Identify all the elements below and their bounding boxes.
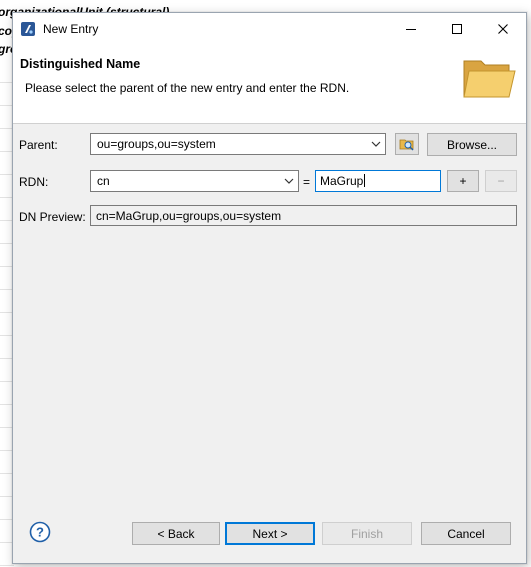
text-caret bbox=[364, 174, 366, 187]
wizard-header: Distinguished Name Please select the par… bbox=[13, 45, 526, 124]
add-rdn-button[interactable]: + bbox=[447, 170, 479, 192]
folder-search-icon bbox=[399, 139, 414, 151]
new-entry-dialog: New Entry Distinguished Name Please sele… bbox=[12, 12, 527, 564]
help-icon[interactable]: ? bbox=[29, 521, 51, 543]
rdn-type-value: cn bbox=[97, 174, 110, 188]
title-bar[interactable]: New Entry bbox=[13, 13, 526, 45]
app-icon bbox=[21, 22, 35, 36]
rdn-type-combo[interactable]: cn bbox=[90, 170, 299, 192]
chevron-down-icon bbox=[284, 178, 294, 184]
window-title: New Entry bbox=[43, 22, 99, 36]
wizard-content: Parent: ou=groups,ou=system Browse... RD… bbox=[13, 124, 526, 504]
parent-value: ou=groups,ou=system bbox=[97, 137, 216, 151]
parent-label: Parent: bbox=[19, 138, 58, 152]
remove-rdn-button[interactable]: − bbox=[485, 170, 517, 192]
chevron-down-icon bbox=[371, 141, 381, 147]
rdn-label: RDN: bbox=[19, 175, 49, 189]
page-title: Distinguished Name bbox=[20, 57, 141, 71]
parent-combo[interactable]: ou=groups,ou=system bbox=[90, 133, 386, 155]
next-button[interactable]: Next > bbox=[225, 522, 315, 545]
minimize-icon bbox=[406, 29, 416, 30]
back-button[interactable]: < Back bbox=[132, 522, 220, 545]
equals-sign: = bbox=[303, 175, 311, 189]
rdn-value-text: MaGrup bbox=[320, 174, 366, 188]
maximize-button[interactable] bbox=[434, 13, 480, 45]
minimize-button[interactable] bbox=[388, 13, 434, 45]
wizard-footer: ? < Back Next > Finish Cancel bbox=[13, 504, 526, 563]
dn-preview-label: DN Preview: bbox=[19, 210, 86, 224]
rdn-value-input[interactable]: MaGrup bbox=[315, 170, 441, 192]
dn-preview-field: cn=MaGrup,ou=groups,ou=system bbox=[90, 205, 517, 226]
svg-text:?: ? bbox=[36, 525, 44, 540]
browse-entry-button[interactable] bbox=[395, 133, 419, 155]
dn-preview-value: cn=MaGrup,ou=groups,ou=system bbox=[96, 209, 282, 223]
cancel-button[interactable]: Cancel bbox=[421, 522, 511, 545]
rdn-value: MaGrup bbox=[320, 174, 364, 188]
page-description: Please select the parent of the new entr… bbox=[25, 81, 350, 95]
browse-button[interactable]: Browse... bbox=[427, 133, 517, 156]
close-button[interactable] bbox=[480, 13, 526, 45]
finish-button[interactable]: Finish bbox=[322, 522, 412, 545]
close-icon bbox=[498, 24, 508, 34]
maximize-icon bbox=[452, 24, 462, 34]
folder-icon bbox=[463, 60, 516, 98]
